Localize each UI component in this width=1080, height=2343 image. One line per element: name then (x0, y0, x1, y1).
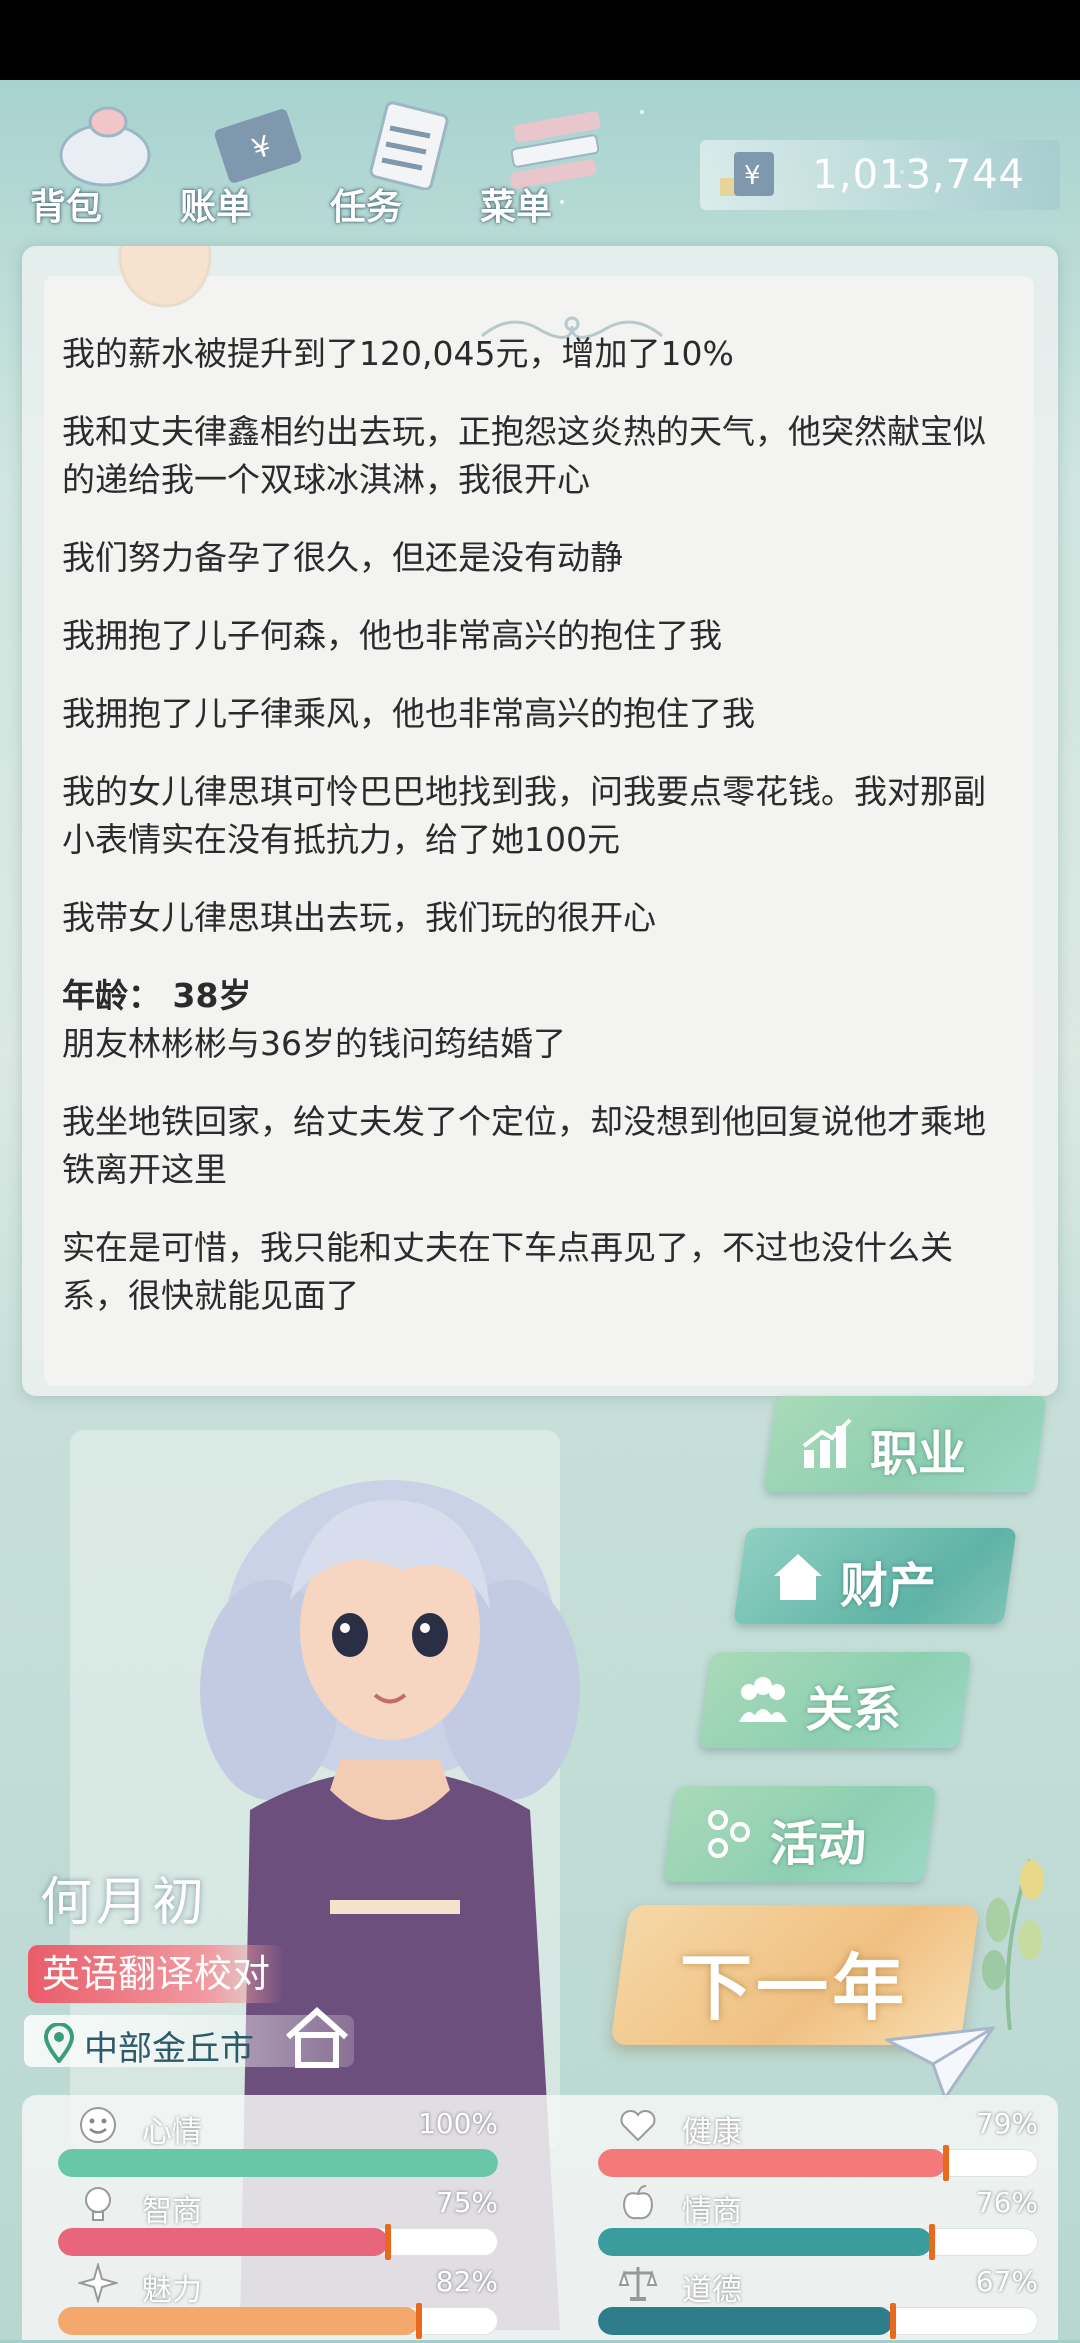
task-button[interactable]: 任务 (330, 90, 470, 230)
stat-2: 智商 75% (58, 2184, 498, 2264)
bill-label: 账单 (180, 187, 253, 228)
assets-label: 财产 (840, 1558, 937, 1614)
house-icon (774, 1554, 822, 1600)
stat-bar-track (598, 2307, 1038, 2335)
stat-bar-track (598, 2228, 1038, 2256)
log-entry: 我的女儿律思琪可怜巴巴地找到我，问我要点零花钱。我对那副小表情实在没有抵抗力，给… (62, 772, 986, 859)
activity-label: 活动 (770, 1816, 867, 1872)
smile-icon (80, 2107, 116, 2143)
stat-0: 心情 100% (58, 2105, 498, 2185)
log-entry: 我的薪水被提升到了120,045元，增加了10% (62, 334, 734, 373)
svg-text:¥: ¥ (744, 161, 761, 191)
next-year-label: 下一年 (680, 1946, 909, 2030)
log-entry: 我带女儿律思琪出去玩，我们玩的很开心 (62, 898, 656, 937)
chart-bars-icon (802, 1418, 852, 1468)
log-entry: 朋友林彬彬与36岁的钱问筠结婚了 (62, 1024, 566, 1063)
bag-button[interactable]: 背包 (30, 90, 170, 230)
stat-bar-fill (598, 2149, 946, 2177)
stat-5: 道德 67% (598, 2263, 1038, 2343)
menu-icon (509, 111, 601, 189)
stat-3: 情商 76% (598, 2184, 1038, 2264)
stat-label: 心情 (142, 2115, 202, 2150)
stat-1: 健康 79% (598, 2105, 1038, 2185)
relation-button[interactable]: 关系 (698, 1652, 972, 1748)
character-name: 何月初 (40, 1873, 209, 1933)
stat-label: 魅力 (142, 2273, 202, 2308)
sparkle-icon (78, 2263, 118, 2303)
location-pin-icon (44, 2023, 74, 2063)
stat-bar-track (58, 2307, 498, 2335)
apple-icon (622, 2185, 654, 2220)
activity-button[interactable]: 活动 (663, 1786, 937, 1882)
log-entry: 我和丈夫律鑫相约出去玩，正抱怨这炎热的天气，他突然献宝似的递给我一个双球冰淇淋，… (62, 412, 986, 499)
task-icon (369, 101, 449, 190)
avatar-peek-icon (118, 246, 212, 308)
stat-bar-marker (929, 2224, 936, 2260)
status-bar (0, 0, 1080, 80)
yen-icon: ¥ (720, 152, 774, 196)
menu-button[interactable]: 菜单 (480, 90, 620, 230)
stat-bar-marker (942, 2145, 949, 2181)
log-entry: 我坐地铁回家，给丈夫发了个定位，却没想到他回复说他才乘地铁离开这里 (62, 1102, 986, 1189)
stat-bar-fill (58, 2307, 419, 2335)
stat-bar-track (58, 2149, 498, 2177)
task-label: 任务 (330, 187, 403, 228)
stat-value: 76% (975, 2186, 1038, 2219)
stat-bar-marker (415, 2303, 422, 2339)
stat-label: 情商 (682, 2194, 742, 2229)
money-value: 1,013,744 (812, 152, 1025, 198)
bubbles-icon (708, 1810, 750, 1858)
money-display: ¥ 1,013,744 (700, 140, 1060, 210)
brain-bulb-icon (85, 2187, 111, 2221)
stat-value: 67% (975, 2265, 1038, 2298)
event-log-text: 我的薪水被提升到了120,045元，增加了10% 我和丈夫律鑫相约出去玩，正抱怨… (62, 330, 1002, 1350)
log-entry: 我拥抱了儿子何森，他也非常高兴的抱住了我 (62, 616, 722, 655)
career-button[interactable]: 职业 (763, 1396, 1047, 1492)
menu-label: 菜单 (480, 187, 553, 228)
location-text: 中部金丘市 (84, 2029, 254, 2069)
stat-value: 82% (435, 2265, 498, 2298)
stat-bar-marker (889, 2303, 896, 2339)
stat-bar-fill (58, 2228, 388, 2256)
log-entry: 实在是可惜，我只能和丈夫在下车点再见了，不过也没什么关系，很快就能见面了 (62, 1228, 953, 1315)
stat-value: 75% (435, 2186, 498, 2219)
stat-value: 79% (975, 2107, 1038, 2140)
people-icon (739, 1677, 787, 1722)
stat-value: 100% (417, 2107, 498, 2140)
stat-bar-fill (598, 2228, 933, 2256)
stat-4: 魅力 82% (58, 2263, 498, 2343)
stat-label: 道德 (682, 2273, 742, 2308)
age-heading: 年龄： 38岁 (62, 976, 252, 1015)
assets-button[interactable]: 财产 (733, 1528, 1017, 1624)
home-icon[interactable] (282, 2005, 352, 2069)
career-label: 职业 (870, 1426, 967, 1482)
log-entry: 我们努力备孕了很久，但还是没有动静 (62, 538, 623, 577)
stat-bar-fill (598, 2307, 893, 2335)
stat-bar-track (598, 2149, 1038, 2177)
bill-button[interactable]: ¥ 账单 (180, 90, 320, 230)
stat-label: 智商 (142, 2194, 202, 2229)
heart-icon (620, 2110, 656, 2142)
paper-plane-icon (885, 2026, 995, 2100)
bill-icon: ¥ (214, 109, 302, 183)
top-bar: 背包 ¥ 账单 任务 菜单 ¥ 1,013,744 (0, 80, 1080, 240)
log-entry: 我拥抱了儿子律乘风，他也非常高兴的抱住了我 (62, 694, 755, 733)
scales-icon (618, 2267, 658, 2301)
stat-bar-track (58, 2228, 498, 2256)
stat-label: 健康 (682, 2115, 742, 2150)
bag-icon (59, 106, 151, 187)
stat-bar-fill (58, 2149, 498, 2177)
stat-bar-marker (385, 2224, 391, 2260)
bag-label: 背包 (30, 187, 103, 228)
relation-label: 关系 (805, 1682, 902, 1738)
job-badge: 英语翻译校对 (28, 1945, 285, 2003)
